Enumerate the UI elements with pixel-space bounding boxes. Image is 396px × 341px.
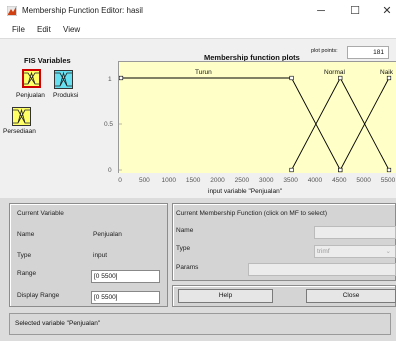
ytick-1: 1 bbox=[108, 76, 112, 83]
menu-bar bbox=[0, 22, 396, 39]
fis-var-label-penjualan: Penjualan bbox=[16, 92, 45, 99]
mf-handle-naik[interactable] bbox=[338, 167, 343, 173]
cv-type-value: input bbox=[93, 252, 108, 259]
mf-name-label: Name bbox=[176, 227, 194, 234]
xtick-3000: 3000 bbox=[258, 177, 274, 184]
xtick-2500: 2500 bbox=[234, 177, 250, 184]
xtick-1500: 1500 bbox=[185, 177, 201, 184]
mf-handle-turun[interactable] bbox=[289, 75, 294, 81]
maximize-button[interactable]: ☐ bbox=[345, 3, 365, 19]
close-window-button[interactable]: ✕ bbox=[377, 3, 396, 19]
xtick-2000: 2000 bbox=[210, 177, 225, 184]
cv-display-range-input[interactable]: [0 5500] bbox=[91, 291, 160, 304]
chevron-down-icon: ⌄ bbox=[385, 248, 391, 255]
cv-name-label: Name bbox=[17, 231, 35, 238]
mf-type-value: trimf bbox=[317, 248, 330, 255]
fis-var-label-persediaan: Persediaan bbox=[3, 128, 36, 135]
cv-range-label: Range bbox=[17, 270, 37, 277]
mf-line-turun[interactable] bbox=[121, 77, 341, 171]
mf-handle-naik[interactable] bbox=[386, 75, 392, 81]
fis-var-persediaan[interactable] bbox=[12, 107, 31, 126]
menu-edit[interactable]: Edit bbox=[37, 25, 51, 34]
mf-line-normal[interactable] bbox=[291, 77, 390, 171]
mf-name-input[interactable] bbox=[314, 226, 396, 239]
minimize-button[interactable]: ─ bbox=[311, 3, 331, 19]
xtick-4000: 4000 bbox=[307, 177, 323, 184]
plot-points-label: plot points: bbox=[311, 48, 338, 54]
plot-points-input[interactable]: 181 bbox=[347, 46, 389, 59]
fis-var-produksi[interactable] bbox=[54, 70, 73, 89]
mf-glyph-icon bbox=[55, 71, 72, 87]
help-button[interactable]: Help bbox=[178, 289, 273, 303]
xtick-5500: 5500 bbox=[380, 177, 396, 184]
current-variable-header: Current Variable bbox=[17, 210, 64, 217]
mf-handle-normal[interactable] bbox=[338, 75, 343, 81]
mf-plot-area[interactable] bbox=[118, 61, 396, 173]
ytick-0: 0 bbox=[108, 167, 112, 174]
fis-var-penjualan[interactable] bbox=[22, 69, 41, 88]
status-bar: Selected variable "Penjualan" bbox=[9, 313, 391, 335]
cv-range-input[interactable]: [0 5500] bbox=[91, 270, 160, 283]
fis-var-label-produksi: Produksi bbox=[53, 92, 79, 99]
close-button[interactable]: Close bbox=[306, 289, 396, 303]
xtick-500: 500 bbox=[138, 177, 150, 184]
mf-handle-normal[interactable] bbox=[289, 167, 294, 173]
ytick-0-5: 0.5 bbox=[104, 121, 114, 128]
xtick-0: 0 bbox=[118, 177, 122, 184]
matlab-app-icon bbox=[7, 6, 17, 16]
mf-glyph-icon bbox=[13, 108, 30, 124]
mf-handle-normal[interactable] bbox=[386, 167, 392, 173]
mf-params-input[interactable] bbox=[248, 263, 396, 276]
mf-glyph-icon bbox=[24, 71, 39, 85]
menu-view[interactable]: View bbox=[63, 25, 80, 34]
current-mf-header: Current Membership Function (click on MF… bbox=[176, 210, 327, 217]
mf-params-label: Params bbox=[176, 264, 199, 271]
window-title: Membership Function Editor: hasil bbox=[22, 6, 143, 15]
cv-type-label: Type bbox=[17, 252, 32, 259]
mf-label-naik[interactable]: Naik bbox=[380, 69, 393, 76]
fis-variables-title: FIS Variables bbox=[24, 56, 71, 65]
xtick-5000: 5000 bbox=[356, 177, 371, 184]
mf-label-turun[interactable]: Turun bbox=[195, 69, 212, 76]
xtick-4500: 4500 bbox=[332, 177, 347, 184]
x-axis-label: input variable "Penjualan" bbox=[208, 188, 282, 195]
xtick-1000: 1000 bbox=[161, 177, 176, 184]
xtick-3500: 3500 bbox=[283, 177, 298, 184]
mf-label-normal[interactable]: Normal bbox=[324, 69, 345, 76]
mf-plot-svg[interactable] bbox=[119, 62, 396, 174]
mf-type-label: Type bbox=[176, 245, 191, 252]
menu-file[interactable]: File bbox=[12, 25, 25, 34]
mf-handle-turun[interactable] bbox=[119, 75, 124, 81]
cv-name-value: Penjualan bbox=[93, 231, 122, 238]
mf-type-select[interactable]: trimf ⌄ bbox=[314, 245, 396, 258]
cv-display-range-label: Display Range bbox=[17, 292, 60, 299]
